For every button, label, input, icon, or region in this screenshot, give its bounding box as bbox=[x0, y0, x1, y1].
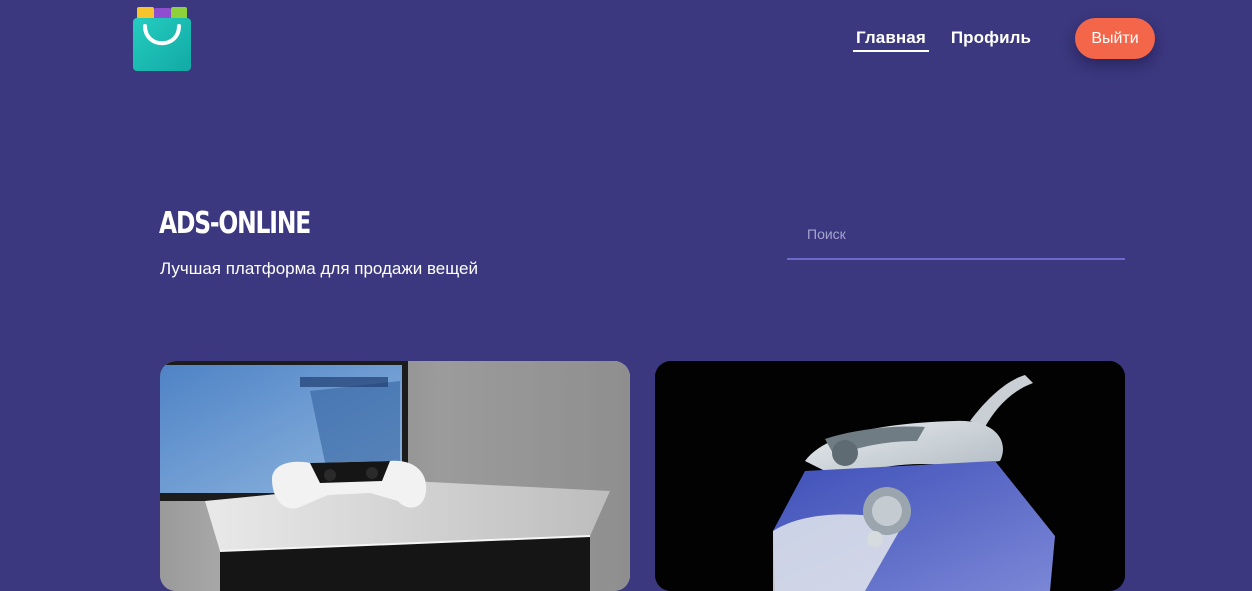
search-input[interactable] bbox=[787, 214, 1125, 258]
logout-button[interactable]: Выйти bbox=[1075, 18, 1155, 59]
main-nav: Главная Профиль bbox=[853, 28, 1034, 52]
site-subtitle: Лучшая платформа для продажи вещей bbox=[160, 259, 478, 278]
nav-link-profile[interactable]: Профиль bbox=[948, 28, 1034, 52]
logo-icon[interactable] bbox=[133, 7, 191, 71]
ad-card-iron[interactable] bbox=[655, 361, 1125, 591]
site-title: ADS-ONLINE bbox=[159, 206, 311, 241]
ad-image-iron bbox=[655, 361, 1125, 591]
search-box bbox=[787, 214, 1125, 260]
nav-link-home[interactable]: Главная bbox=[853, 28, 929, 52]
ad-card-console[interactable] bbox=[160, 361, 630, 591]
ad-image-console bbox=[160, 361, 630, 591]
